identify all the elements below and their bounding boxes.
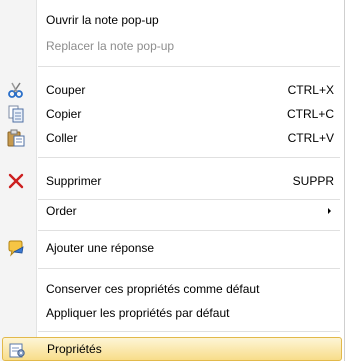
menu-separator <box>38 157 340 159</box>
replace-popup-note-item: Replacer la note pop-up <box>2 35 340 57</box>
replace-popup-note-label: Replacer la note pop-up <box>46 39 175 53</box>
paste-shortcut: CTRL+V <box>287 131 334 145</box>
paste-icon <box>7 129 25 147</box>
menu-separator <box>38 230 340 232</box>
open-popup-note-label: Ouvrir la note pop-up <box>46 13 159 27</box>
menu-separator <box>38 268 340 270</box>
properties-label: Propriétés <box>47 342 102 356</box>
delete-item[interactable]: Supprimer SUPPR <box>2 170 340 192</box>
add-reply-label: Ajouter une réponse <box>46 241 155 255</box>
cut-item[interactable]: Couper CTRL+X <box>2 79 340 101</box>
cut-label: Couper <box>46 83 86 97</box>
properties-icon <box>8 341 26 359</box>
context-menu: Ouvrir la note pop-up Replacer la note p… <box>0 0 345 361</box>
paste-label: Coller <box>46 131 78 145</box>
keep-defaults-label: Conserver ces propriétés comme défaut <box>46 282 260 296</box>
keep-defaults-item[interactable]: Conserver ces propriétés comme défaut <box>2 278 340 300</box>
delete-x-icon <box>7 172 25 190</box>
paste-item[interactable]: Coller CTRL+V <box>2 127 340 149</box>
apply-defaults-label: Appliquer les propriétés par défaut <box>46 306 230 320</box>
open-popup-note-item[interactable]: Ouvrir la note pop-up <box>2 9 340 31</box>
copy-icon <box>7 105 25 123</box>
delete-label: Supprimer <box>46 174 102 188</box>
apply-defaults-item[interactable]: Appliquer les propriétés par défaut <box>2 302 340 324</box>
scissors-icon <box>7 81 25 99</box>
properties-item[interactable]: Propriétés <box>2 337 342 361</box>
menu-separator <box>38 331 340 333</box>
cut-shortcut: CTRL+X <box>287 83 334 97</box>
submenu-arrow-icon <box>328 208 331 214</box>
order-label: Order <box>46 204 77 218</box>
copy-shortcut: CTRL+C <box>286 107 334 121</box>
reply-icon <box>7 239 25 257</box>
delete-shortcut: SUPPR <box>292 174 334 188</box>
add-reply-item[interactable]: Ajouter une réponse <box>2 237 340 259</box>
copy-item[interactable]: Copier CTRL+C <box>2 103 340 125</box>
copy-label: Copier <box>46 107 82 121</box>
menu-separator <box>38 66 340 68</box>
order-item[interactable]: Order <box>2 200 340 222</box>
